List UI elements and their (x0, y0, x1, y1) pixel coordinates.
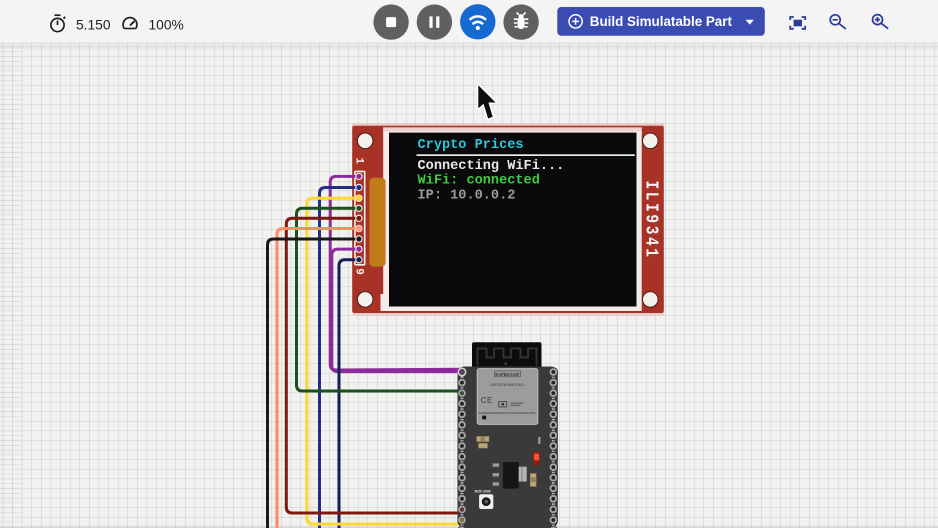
svg-text:Crypto Prices: Crypto Prices (418, 138, 524, 153)
svg-text:1: 1 (353, 158, 365, 165)
svg-text:9: 9 (353, 268, 365, 275)
svg-text:IP: 10.0.0.2: IP: 10.0.0.2 (418, 188, 516, 203)
svg-text:C: C (504, 361, 507, 366)
svg-text:ILI9341: ILI9341 (641, 181, 662, 260)
svg-text:3020 3008: 3020 3008 (475, 490, 491, 494)
svg-text:CE: CE (481, 396, 493, 405)
svg-text:ESPRESSIF: ESPRESSIF (495, 372, 520, 377)
svg-text:Connecting WiFi...: Connecting WiFi... (418, 159, 565, 174)
svg-text:ESP32-D0-WROOM-1: ESP32-D0-WROOM-1 (491, 383, 525, 387)
svg-text:100%: 100% (149, 18, 184, 33)
svg-text:5.150: 5.150 (76, 18, 111, 33)
svg-text:IC:20953-ESP32WROOM32 FCC ID:: IC:20953-ESP32WROOM32 FCC ID:2AC7Z-ESPWR… (479, 411, 536, 415)
svg-text:Build Simulatable Part: Build Simulatable Part (590, 14, 733, 29)
svg-text:WiFi: connected: WiFi: connected (418, 174, 540, 189)
